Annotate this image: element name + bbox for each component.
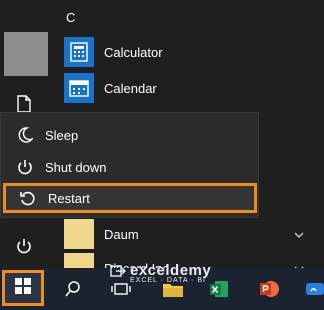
windows-logo-icon — [14, 277, 32, 300]
chevron-down-icon[interactable] — [294, 226, 304, 244]
powerpoint-icon[interactable] — [256, 276, 282, 302]
user-avatar[interactable] — [4, 32, 48, 76]
start-button[interactable] — [2, 270, 44, 306]
meet-video-icon[interactable] — [302, 276, 324, 302]
sleep-menu-item[interactable]: Sleep — [3, 119, 258, 151]
watermark: exceldemy EXCEL · DATA · BI — [110, 262, 211, 284]
menu-label: Shut down — [45, 159, 107, 175]
app-calculator[interactable]: Calculator — [64, 34, 324, 70]
app-label: Calculator — [104, 44, 163, 60]
watermark-tagline: EXCEL · DATA · BI — [130, 277, 206, 284]
section-letter[interactable]: C — [66, 10, 75, 25]
app-calendar[interactable]: Calendar — [64, 70, 324, 106]
menu-label: Sleep — [45, 127, 79, 143]
restart-icon — [16, 186, 40, 210]
app-daum[interactable]: Daum — [64, 216, 324, 252]
calculator-icon — [64, 37, 94, 67]
app-label: Calendar — [104, 80, 157, 96]
watermark-logo-icon — [110, 263, 126, 284]
restart-menu-item[interactable]: Restart — [3, 183, 257, 213]
moon-icon — [13, 123, 37, 147]
app-label: Daum — [104, 226, 139, 242]
power-rail-icon[interactable] — [12, 234, 36, 258]
menu-label: Restart — [48, 190, 90, 206]
shut-down-menu-item[interactable]: Shut down — [3, 151, 258, 183]
calendar-icon — [64, 73, 94, 103]
search-icon[interactable] — [60, 276, 86, 302]
power-menu: Sleep Shut down Restart — [0, 112, 259, 218]
power-icon — [13, 155, 37, 179]
folder-icon — [64, 219, 94, 249]
